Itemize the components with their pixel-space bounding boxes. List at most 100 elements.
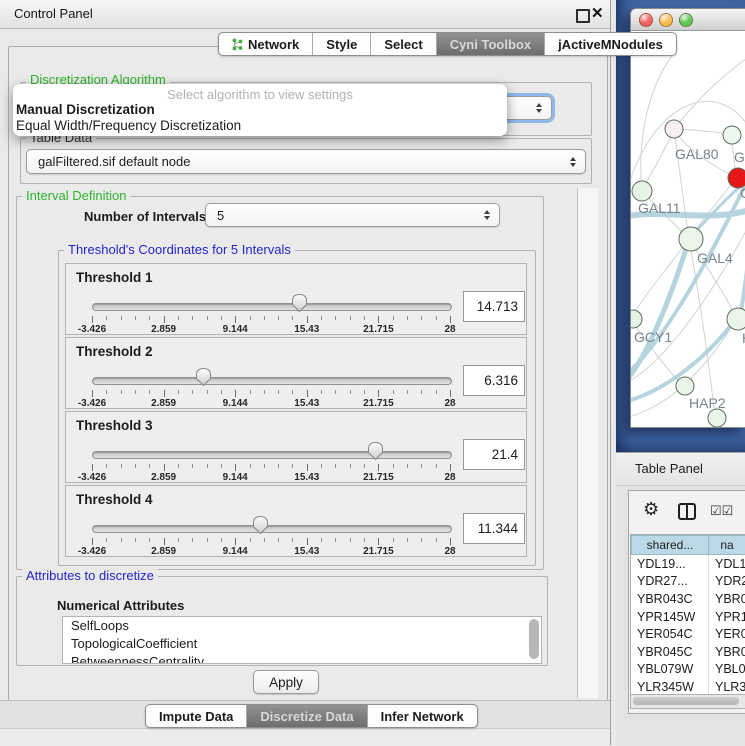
column-header[interactable]: shared... <box>631 535 709 555</box>
slider-thumb[interactable] <box>291 293 308 313</box>
network-node[interactable] <box>708 409 726 427</box>
minimize-light-icon[interactable] <box>659 13 673 27</box>
table-row[interactable]: YDL19...YDL1 <box>631 555 745 573</box>
network-node[interactable] <box>723 126 741 144</box>
table-hscrollbar[interactable] <box>630 694 745 709</box>
top-tab-bar: NetworkStyleSelectCyni ToolboxjActiveMNo… <box>218 32 677 56</box>
apply-button[interactable]: Apply <box>253 670 319 694</box>
attribute-item-topologicalcoefficient[interactable]: TopologicalCoefficient <box>63 635 541 653</box>
threshold-value-field[interactable]: 14.713 <box>463 291 525 322</box>
tick-mark <box>192 316 193 320</box>
slider-track[interactable] <box>92 451 452 459</box>
tick-mark <box>192 464 193 468</box>
network-node[interactable] <box>727 308 745 330</box>
tick-mark <box>207 316 208 320</box>
tick-mark <box>221 316 222 320</box>
table-cell: YER0 <box>709 625 745 643</box>
tick-mark <box>278 316 279 320</box>
tick-mark <box>307 316 308 323</box>
tick-mark <box>450 464 451 471</box>
panel-scrollbar[interactable] <box>577 188 598 698</box>
slider-thumb[interactable] <box>252 515 269 535</box>
network-node[interactable] <box>631 310 642 328</box>
tick-mark <box>450 316 451 323</box>
close-icon[interactable]: ✕ <box>591 4 604 22</box>
slider-track[interactable] <box>92 377 452 385</box>
tick-mark <box>92 316 93 323</box>
slider-thumb[interactable] <box>367 441 384 461</box>
close-light-icon[interactable] <box>639 13 653 27</box>
zoom-light-icon[interactable] <box>679 13 693 27</box>
attribute-item-betweennesscentrality[interactable]: BetweennessCentrality <box>63 653 541 664</box>
tick-mark <box>450 538 451 545</box>
network-node[interactable] <box>679 227 703 251</box>
tick-mark <box>378 390 379 397</box>
table-cell: YDR2 <box>709 573 745 591</box>
tab-select[interactable]: Select <box>371 33 436 55</box>
table-row[interactable]: YBL079WYBL0 <box>631 661 745 679</box>
tick-label: 21.715 <box>363 546 394 557</box>
number-of-intervals-combo[interactable]: 5 <box>205 203 500 227</box>
tick-mark <box>335 316 336 320</box>
network-canvas[interactable]: GAL80GAGAL11CGAL4GCY1HHAP2 <box>631 31 745 427</box>
tick-label: -3.426 <box>78 398 106 409</box>
tick-mark <box>235 538 236 545</box>
hscrollbar-thumb[interactable] <box>633 697 739 705</box>
table-cell: YBL079W <box>631 661 709 679</box>
float-window-icon[interactable] <box>576 9 590 23</box>
tab-network[interactable]: Network <box>219 33 313 55</box>
tick-mark <box>149 538 150 542</box>
tick-mark <box>250 390 251 394</box>
tick-mark <box>164 464 165 471</box>
table-row[interactable]: YPR145WYPR1 <box>631 608 745 626</box>
tab-cyni-toolbox[interactable]: Cyni Toolbox <box>437 33 545 55</box>
tick-mark <box>149 464 150 468</box>
column-header[interactable]: na <box>709 535 745 555</box>
tick-mark <box>135 464 136 468</box>
tick-mark <box>164 390 165 397</box>
column-layout-icon[interactable] <box>678 503 696 520</box>
node-label-hap2: HAP2 <box>689 395 726 411</box>
tick-mark <box>264 390 265 394</box>
algorithm-option-manual-discretization[interactable]: Manual Discretization <box>13 102 507 118</box>
tick-mark <box>149 316 150 320</box>
tab-jactivemnodules[interactable]: jActiveMNodules <box>545 33 676 55</box>
tab-label: Discretize Data <box>260 709 353 724</box>
tick-mark <box>350 464 351 468</box>
tick-mark <box>436 316 437 320</box>
table-row[interactable]: YBR045CYBR0 <box>631 643 745 661</box>
table-row[interactable]: YER054CYER0 <box>631 625 745 643</box>
network-window-titlebar[interactable] <box>631 9 745 31</box>
tab-infer-network[interactable]: Infer Network <box>368 705 477 727</box>
table-row[interactable]: YBR043CYBR0 <box>631 590 745 608</box>
attribute-item-selfloops[interactable]: SelfLoops <box>63 617 541 635</box>
tick-mark <box>92 390 93 397</box>
tab-discretize-data[interactable]: Discretize Data <box>247 705 367 727</box>
threshold-value-field[interactable]: 6.316 <box>463 365 525 396</box>
slider-track[interactable] <box>92 303 452 311</box>
tab-style[interactable]: Style <box>313 33 371 55</box>
table-row[interactable]: YDR27...YDR2 <box>631 573 745 591</box>
table-data-combo[interactable]: galFiltered.sif default node <box>26 149 586 174</box>
network-node[interactable] <box>632 181 652 201</box>
gear-icon[interactable]: ⚙ <box>643 499 659 520</box>
slider-thumb[interactable] <box>195 367 212 387</box>
threshold-value-field[interactable]: 21.4 <box>463 439 525 470</box>
threshold-value-field[interactable]: 11.344 <box>463 513 525 544</box>
network-node[interactable] <box>665 120 683 138</box>
tick-label: -3.426 <box>78 472 106 483</box>
table-cell: YDL1 <box>709 555 745 573</box>
tick-mark <box>221 390 222 394</box>
tab-impute-data[interactable]: Impute Data <box>146 705 247 727</box>
network-node[interactable] <box>676 377 694 395</box>
tick-mark <box>178 464 179 468</box>
select-columns-checkboxes-icon[interactable]: ☑☑ <box>710 503 733 519</box>
list-scrollbar-thumb[interactable] <box>529 619 539 659</box>
number-of-intervals-label: Number of Intervals <box>84 209 206 224</box>
slider-track[interactable] <box>92 525 452 533</box>
numerical-attributes-list[interactable]: SelfLoopsTopologicalCoefficientBetweenne… <box>62 616 542 664</box>
tick-mark <box>292 464 293 468</box>
tick-mark <box>421 316 422 320</box>
algorithm-option-equal-width-frequency-discretization[interactable]: Equal Width/Frequency Discretization <box>13 118 507 134</box>
tick-mark <box>393 316 394 320</box>
